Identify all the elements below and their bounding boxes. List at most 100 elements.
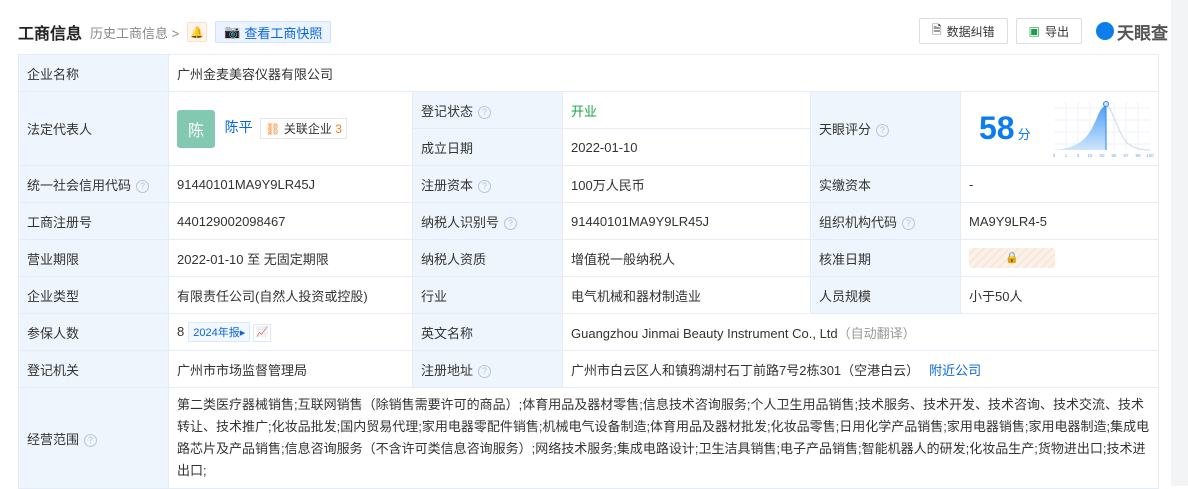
insured-count: 8 bbox=[177, 324, 185, 339]
annual-report-label: 2024年报 bbox=[193, 327, 240, 339]
snapshot-button[interactable]: 📷 查看工商快照 bbox=[215, 21, 332, 43]
score-tick-label: 1 bbox=[1065, 153, 1068, 158]
score-tick-label: 0 bbox=[1053, 153, 1056, 158]
reg-capital: 100万人民币 bbox=[562, 165, 811, 203]
label-industry: 行业 bbox=[412, 276, 563, 314]
history-link[interactable]: 历史工商信息 > bbox=[90, 23, 179, 42]
bell-icon[interactable]: 🔔 bbox=[187, 22, 208, 42]
term: 2022-01-10 至 无固定期限 bbox=[168, 239, 413, 277]
label-legal-rep: 法定代表人 bbox=[18, 91, 169, 166]
score-area bbox=[1054, 104, 1107, 150]
credit-code: 91440101MA9Y9LR45J bbox=[168, 165, 413, 203]
score-cell: 58 分 0 1 3 15 50 85 97 99 100 bbox=[959, 91, 1160, 166]
company-name: 广州金麦美容仪器有限公司 bbox=[167, 54, 1160, 92]
paid-capital: - bbox=[959, 165, 1160, 203]
excel-icon: ▣ bbox=[1028, 24, 1040, 38]
label-company-name: 企业名称 bbox=[18, 54, 169, 92]
label-approve-date: 核准日期 bbox=[810, 239, 961, 277]
label-staff: 人员规模 bbox=[810, 276, 961, 314]
help-icon[interactable]: ? bbox=[136, 179, 150, 193]
section-title: 工商信息 bbox=[18, 26, 83, 43]
label-text: 组织机构代码 bbox=[819, 214, 898, 230]
score-tick-label: 97 bbox=[1124, 153, 1130, 158]
org-code: MA9Y9LR4-5 bbox=[959, 202, 1160, 240]
help-icon[interactable]: ? bbox=[902, 216, 916, 230]
brand-text: 天眼查 bbox=[1117, 23, 1168, 43]
camera-icon: 📷 bbox=[224, 24, 241, 39]
score-number: 58 bbox=[979, 110, 1015, 146]
data-correction-button[interactable]: 🗎 数据纠错 bbox=[918, 18, 1008, 44]
help-icon[interactable]: ? bbox=[478, 179, 492, 193]
label-text: 经营范围 bbox=[27, 431, 80, 447]
staff: 小于50人 bbox=[959, 276, 1160, 314]
reg-status: 开业 bbox=[562, 91, 811, 129]
reg-no: 440129002098467 bbox=[168, 202, 413, 240]
taxpayer-id: 91440101MA9Y9LR45J bbox=[562, 202, 811, 240]
auto-translate-note: （自动翻译） bbox=[837, 325, 916, 341]
business-info-table: 企业名称 广州金麦美容仪器有限公司 法定代表人 陈 陈平 ⛓ 关联企业 3 登记… bbox=[18, 54, 1160, 489]
brand-logo: 天眼查 bbox=[1096, 19, 1168, 44]
approve-date: 🔒 bbox=[959, 239, 1160, 277]
business-scope: 第二类医疗器械销售;互联网销售（除销售需要许可的商品）;体育用品及器材零售;信息… bbox=[167, 387, 1160, 489]
nearby-companies-link[interactable]: 附近公司 bbox=[929, 363, 981, 378]
address-cell: 广州市白云区人和镇鸦湖村石丁前路7号2栋301（空港白云） 附近公司 bbox=[561, 350, 1160, 388]
score-tick-label: 99 bbox=[1136, 153, 1142, 158]
score-tick-label: 100 bbox=[1146, 153, 1154, 158]
label-text: 注册地址 bbox=[421, 362, 474, 378]
lock-icon[interactable]: 🔒 bbox=[969, 248, 1055, 268]
score-tick-label: 85 bbox=[1112, 153, 1118, 158]
address: 广州市白云区人和镇鸦湖村石丁前路7号2栋301（空港白云） bbox=[571, 362, 920, 378]
legal-rep-name[interactable]: 陈平 bbox=[225, 119, 253, 135]
score-distribution-chart: 0 1 3 15 50 85 97 99 100 bbox=[1053, 100, 1154, 158]
label-credit-code: 统一社会信用代码? bbox=[18, 165, 169, 203]
data-correction-label: 数据纠错 bbox=[946, 24, 995, 39]
section-header: 工商信息 历史工商信息 > 🔔 📷 查看工商快照 🗎 数据纠错 ▣ 导出 天眼查 bbox=[18, 18, 1168, 46]
label-taxpayer-id: 纳税人识别号? bbox=[412, 202, 563, 240]
label-est-date: 成立日期 bbox=[412, 128, 563, 166]
label-paid-capital: 实缴资本 bbox=[810, 165, 961, 203]
label-text: 统一社会信用代码 bbox=[27, 177, 132, 193]
trend-chart-icon[interactable]: 📈 bbox=[253, 323, 272, 342]
score-unit: 分 bbox=[1017, 127, 1031, 142]
label-company-type: 企业类型 bbox=[18, 276, 169, 314]
industry: 电气机械和器材制造业 bbox=[562, 276, 811, 314]
document-icon: 🗎 bbox=[931, 22, 942, 37]
export-button[interactable]: ▣ 导出 bbox=[1015, 18, 1082, 44]
help-icon[interactable]: ? bbox=[504, 216, 518, 230]
score-tick-label: 15 bbox=[1088, 153, 1094, 158]
label-insured: 参保人数 bbox=[18, 313, 169, 351]
related-companies-button[interactable]: ⛓ 关联企业 3 bbox=[260, 118, 347, 139]
related-label: 关联企业 bbox=[283, 122, 332, 136]
authority: 广州市市场监督管理局 bbox=[168, 350, 413, 388]
avatar: 陈 bbox=[177, 109, 215, 148]
label-score: 天眼评分? bbox=[810, 91, 961, 166]
legal-rep-cell: 陈 陈平 ⛓ 关联企业 3 bbox=[168, 91, 413, 166]
label-taxpayer-type: 纳税人资质 bbox=[412, 239, 563, 277]
scrollbar-track[interactable] bbox=[1171, 0, 1188, 486]
export-label: 导出 bbox=[1044, 24, 1069, 39]
label-reg-capital: 注册资本? bbox=[412, 165, 563, 203]
label-term: 营业期限 bbox=[18, 239, 169, 277]
help-icon[interactable]: ? bbox=[478, 364, 492, 378]
label-text: 天眼评分 bbox=[819, 122, 872, 137]
company-type: 有限责任公司(自然人投资或控股) bbox=[168, 276, 413, 314]
english-name: Guangzhou Jinmai Beauty Instrument Co., … bbox=[571, 325, 838, 341]
label-reg-status: 登记状态? bbox=[412, 91, 563, 129]
annual-report-button[interactable]: 2024年报▸ bbox=[188, 322, 251, 342]
snapshot-label: 查看工商快照 bbox=[244, 25, 323, 41]
help-icon[interactable]: ? bbox=[84, 433, 98, 447]
score-tick-label: 50 bbox=[1100, 153, 1106, 158]
logo-icon bbox=[1096, 22, 1114, 40]
label-reg-no: 工商注册号 bbox=[18, 202, 169, 240]
label-org-code: 组织机构代码? bbox=[810, 202, 961, 240]
network-icon: ⛓ bbox=[265, 122, 281, 136]
est-date: 2022-01-10 bbox=[562, 128, 811, 166]
english-cell: Guangzhou Jinmai Beauty Instrument Co., … bbox=[561, 313, 1160, 351]
label-scope: 经营范围? bbox=[18, 387, 169, 489]
help-icon[interactable]: ? bbox=[876, 124, 890, 138]
help-icon[interactable]: ? bbox=[478, 105, 492, 119]
taxpayer-type: 增值税一般纳税人 bbox=[562, 239, 811, 277]
insured-cell: 8 2024年报▸ 📈 bbox=[168, 313, 413, 351]
label-english: 英文名称 bbox=[412, 313, 563, 351]
related-count: 3 bbox=[335, 122, 342, 136]
